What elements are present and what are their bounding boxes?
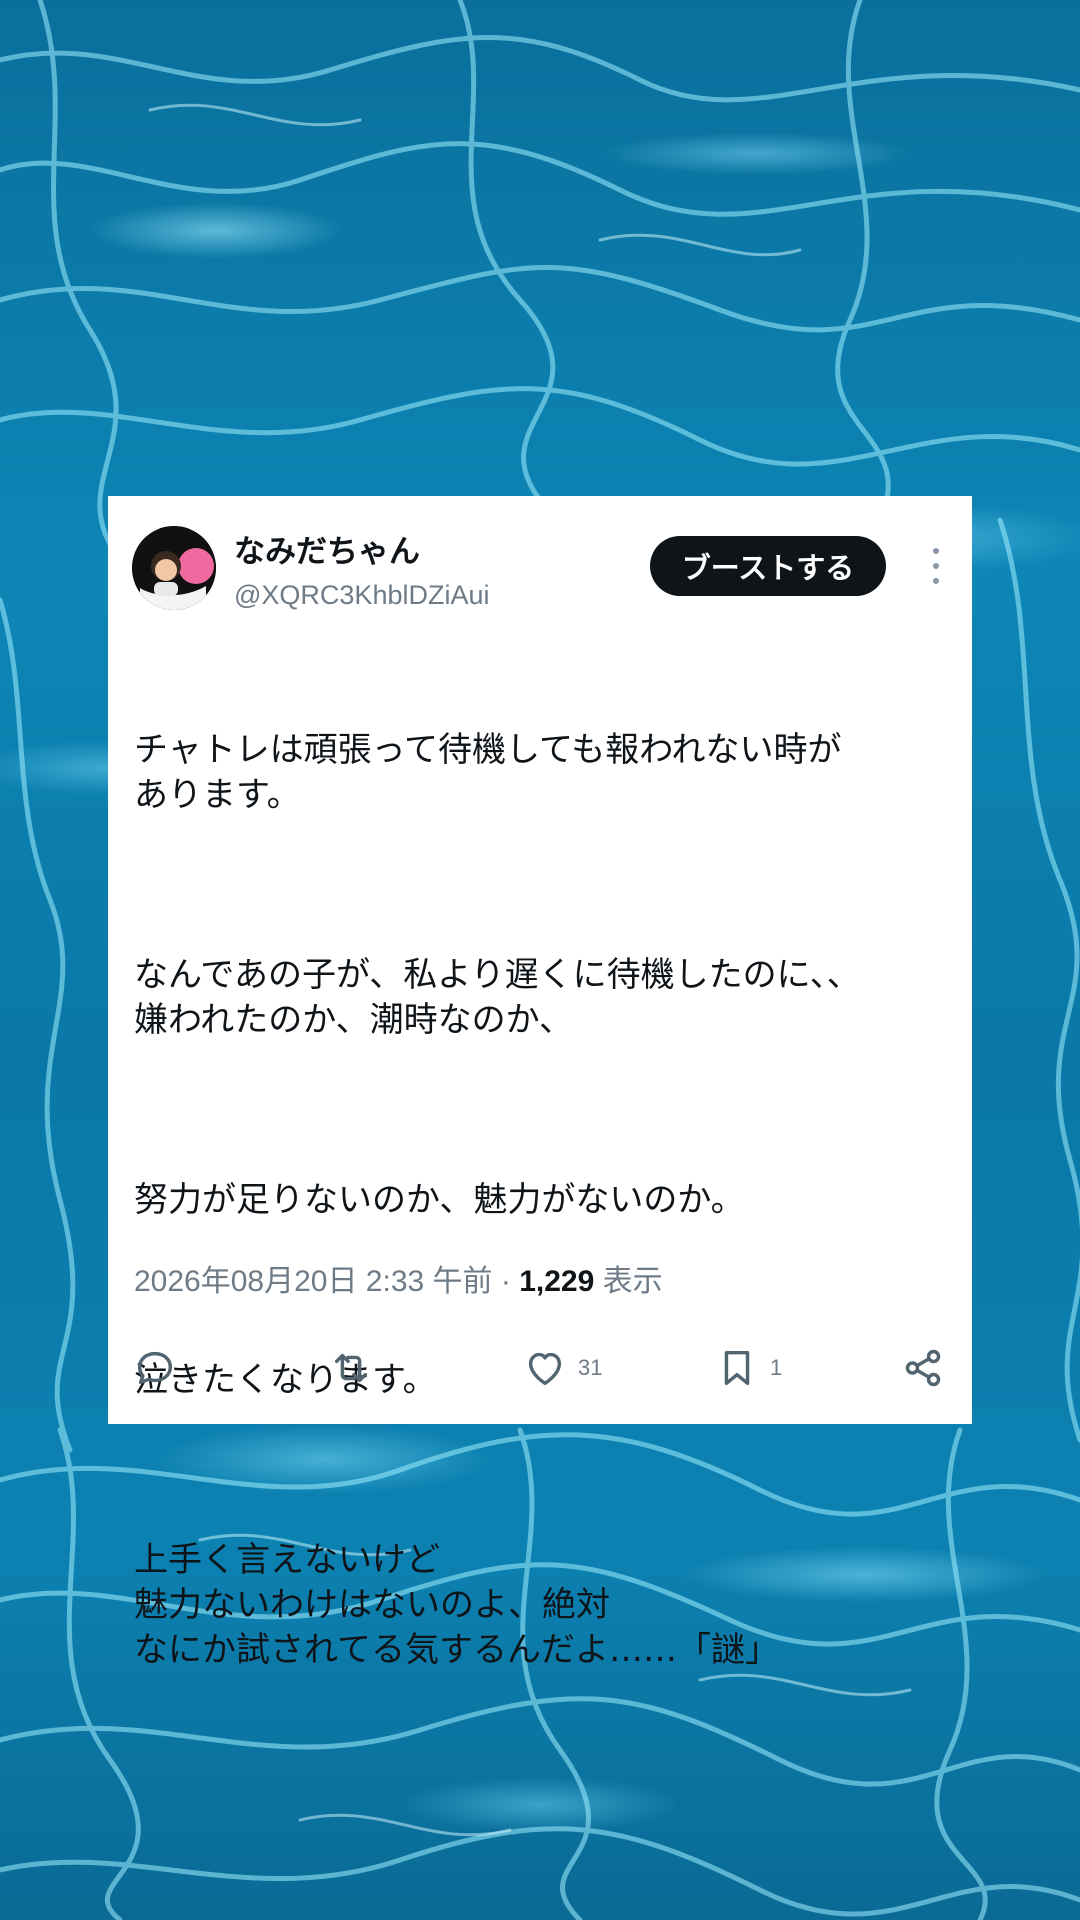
views-label: 表示 — [594, 1265, 663, 1298]
post-paragraph: なんであの子が、私より遅くに待機したのに、、 嫌われたのか、潮時なのか、 — [134, 955, 861, 1040]
post-paragraph: 努力が足りないのか、魅力がないのか。 — [134, 1180, 745, 1220]
action-bar: 31 1 — [132, 1338, 952, 1398]
repost-icon — [334, 1353, 368, 1383]
post-timestamp[interactable]: 2026年08月20日 2:33 午前 — [134, 1265, 493, 1298]
display-name[interactable]: なみだちゃん — [234, 526, 420, 571]
bookmark-icon — [724, 1350, 750, 1386]
reply-icon — [137, 1351, 173, 1385]
post-meta: 2026年08月20日 2:33 午前 · 1,229 表示 — [134, 1256, 663, 1300]
post-paragraph: 上手く言えないけど 魅力ないわけはないのよ、絶対 なにか試されてる気するんだよ…… — [134, 1540, 779, 1670]
reply-button[interactable] — [132, 1338, 178, 1398]
like-count: 31 — [578, 1355, 603, 1380]
like-button[interactable]: 31 — [522, 1338, 602, 1398]
boost-button[interactable]: ブーストする — [650, 536, 886, 596]
share-button[interactable] — [900, 1338, 946, 1398]
bookmark-count: 1 — [770, 1355, 783, 1380]
post-body: チャトレは頑張って待機しても報われない時が あります。 なんであの子が、私より遅… — [134, 638, 954, 1763]
user-handle[interactable]: @XQRC3KhblDZiAui — [234, 580, 490, 611]
share-icon — [905, 1349, 941, 1387]
views-count: 1,229 — [519, 1265, 595, 1298]
post-card: なみだちゃん @XQRC3KhblDZiAui ブーストする チャトレは頑張って… — [108, 496, 972, 1670]
heart-icon — [528, 1352, 562, 1386]
meta-separator: · — [492, 1265, 520, 1298]
repost-button[interactable] — [328, 1338, 374, 1398]
avatar-image — [132, 526, 216, 610]
bookmark-button[interactable]: 1 — [714, 1338, 782, 1398]
more-options-icon[interactable] — [924, 548, 948, 584]
avatar[interactable] — [132, 526, 216, 610]
post-paragraph: チャトレは頑張って待機しても報われない時が あります。 — [134, 730, 842, 815]
